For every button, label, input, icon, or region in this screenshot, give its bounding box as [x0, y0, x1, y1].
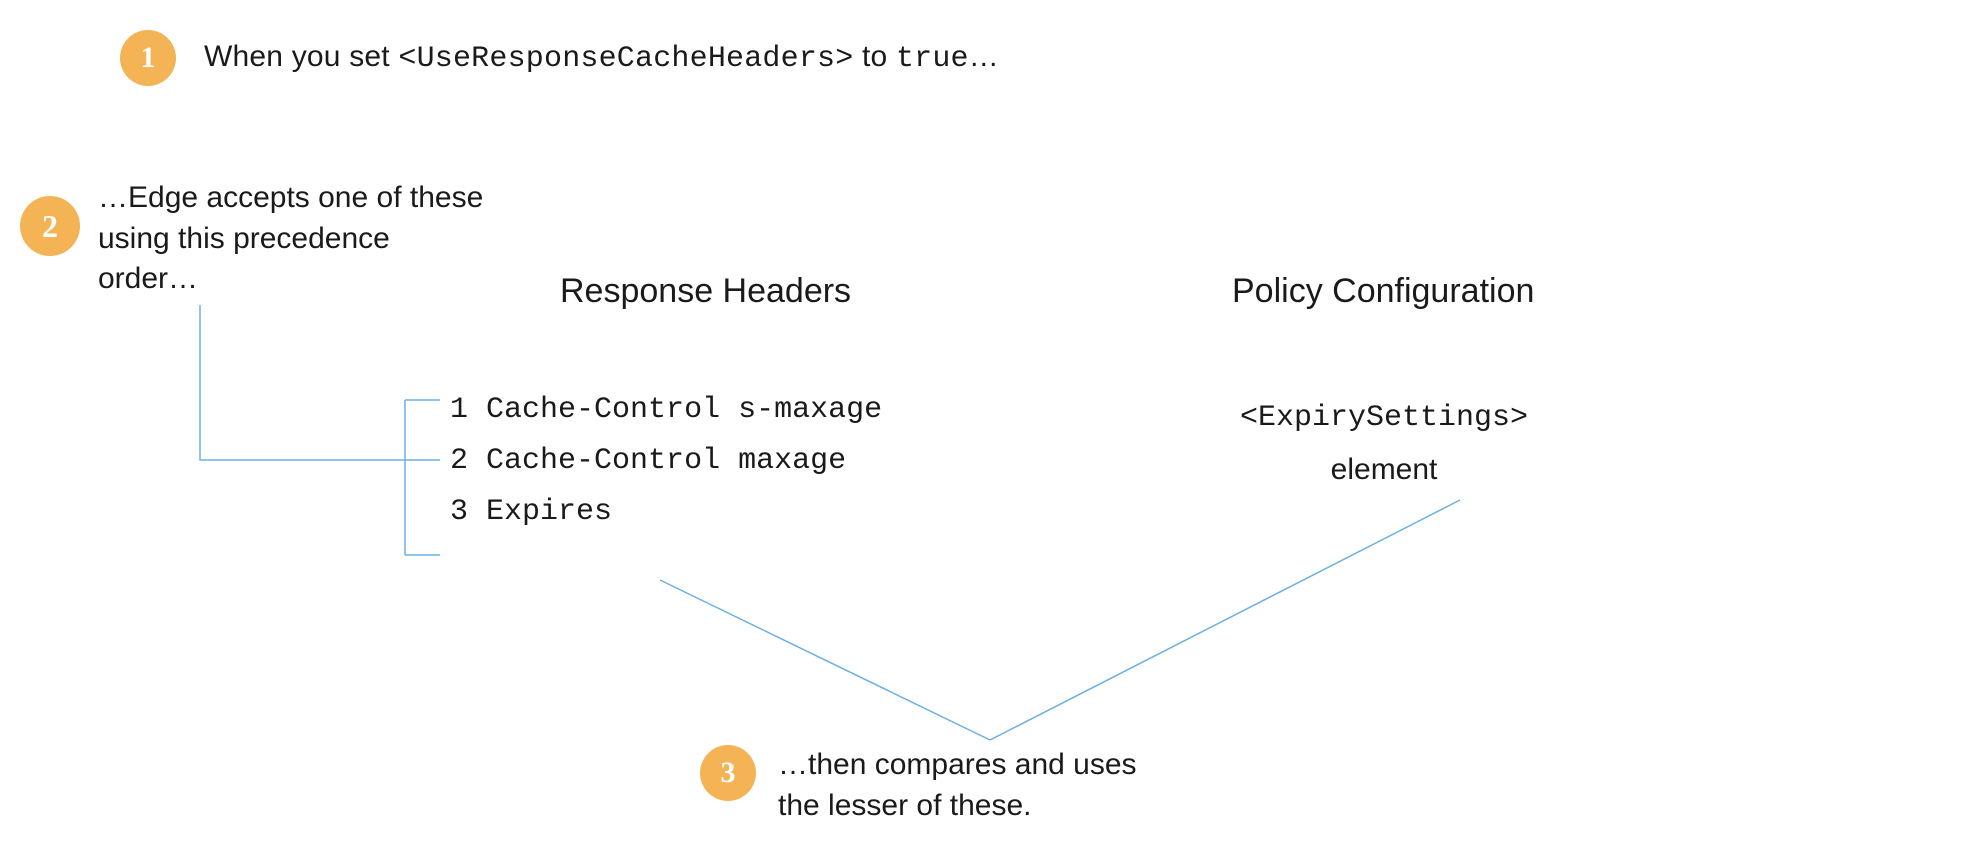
step-1-tag: <UseResponseCacheHeaders> [398, 42, 853, 76]
header-item-1: 1 Cache-Control s-maxage [450, 385, 882, 436]
step-3-badge: 3 [700, 745, 756, 801]
expiry-settings-tag: <ExpirySettings> [1240, 393, 1528, 444]
step-3: 3 …then compares and uses the lesser of … [700, 745, 1178, 826]
response-headers-list: 1 Cache-Control s-maxage 2 Cache-Control… [450, 385, 882, 538]
step-1-number: 1 [141, 41, 156, 75]
connector-lines [0, 0, 1966, 858]
step-1-text: When you set <UseResponseCacheHeaders> t… [204, 40, 999, 76]
step-1-suffix: … [969, 40, 999, 73]
step-1-mid: to [853, 40, 896, 73]
policy-configuration-title: Policy Configuration [1232, 272, 1534, 311]
step-1-badge: 1 [120, 30, 176, 86]
header-item-3: 3 Expires [450, 487, 882, 538]
header-item-2-num: 2 [450, 444, 468, 478]
step-1: 1 When you set <UseResponseCacheHeaders>… [120, 30, 999, 86]
expiry-element-label: element [1240, 444, 1528, 495]
step-2: 2 …Edge accepts one of these using this … [20, 178, 498, 300]
step-3-text: …then compares and uses the lesser of th… [778, 745, 1178, 826]
header-item-3-num: 3 [450, 495, 468, 529]
header-item-2: 2 Cache-Control maxage [450, 436, 882, 487]
step-2-text: …Edge accepts one of these using this pr… [98, 178, 498, 300]
header-item-2-label: Cache-Control maxage [486, 444, 846, 478]
header-item-1-num: 1 [450, 393, 468, 427]
response-headers-title: Response Headers [560, 272, 851, 311]
step-2-number: 2 [42, 208, 58, 245]
step-2-badge: 2 [20, 196, 80, 256]
header-item-3-label: Expires [486, 495, 612, 529]
step-3-number: 3 [721, 756, 736, 790]
policy-expiry-block: <ExpirySettings> element [1240, 393, 1528, 495]
step-1-value: true [896, 42, 969, 76]
step-1-prefix: When you set [204, 40, 398, 73]
header-item-1-label: Cache-Control s-maxage [486, 393, 882, 427]
